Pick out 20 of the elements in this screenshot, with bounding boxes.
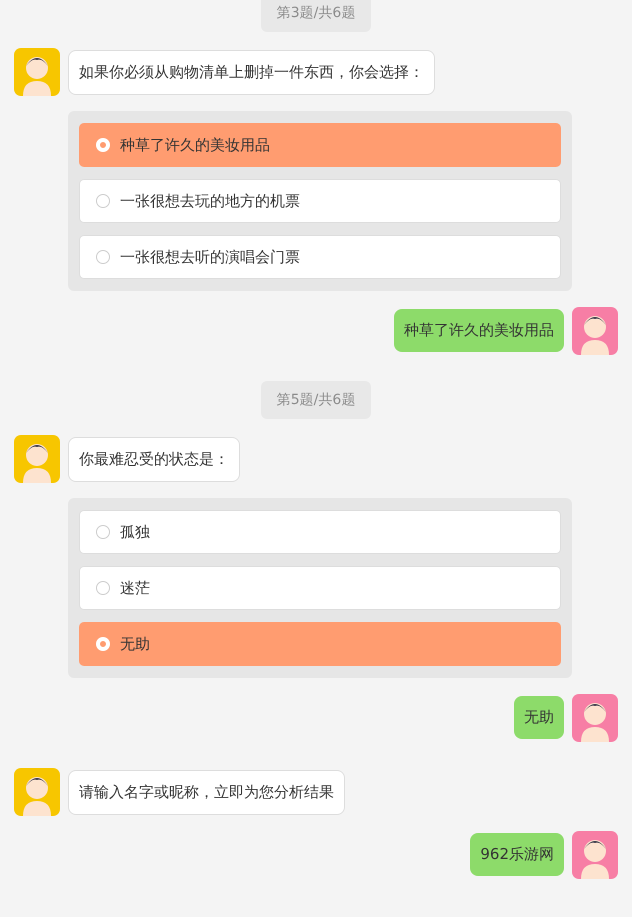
user-message: 无助 [514, 696, 564, 739]
user-message: 种草了许久的美妆用品 [394, 309, 564, 352]
avatar-icon [572, 307, 618, 355]
avatar-icon [14, 48, 60, 96]
answer-option[interactable]: 一张很想去玩的地方的机票 [79, 179, 561, 223]
answer-option[interactable]: 无助 [79, 622, 561, 666]
question-number-label: 第5题/共6题 [260, 381, 372, 419]
avatar-icon [14, 435, 60, 483]
answer-option[interactable]: 一张很想去听的演唱会门票 [79, 235, 561, 279]
avatar-icon [572, 694, 618, 742]
bot-message: 你最难忍受的状态是： [68, 437, 240, 482]
answer-option[interactable]: 种草了许久的美妆用品 [79, 123, 561, 167]
answer-option[interactable]: 孤独 [79, 510, 561, 554]
user-message: 962乐游网 [470, 833, 564, 876]
question-number-label: 第3题/共6题 [260, 0, 372, 32]
answer-option[interactable]: 迷茫 [79, 566, 561, 610]
bot-message: 如果你必须从购物清单上删掉一件东西，你会选择： [68, 50, 435, 95]
avatar-icon [14, 768, 60, 816]
bot-message: 请输入名字或昵称，立即为您分析结果 [68, 770, 345, 815]
avatar-icon [572, 831, 618, 879]
